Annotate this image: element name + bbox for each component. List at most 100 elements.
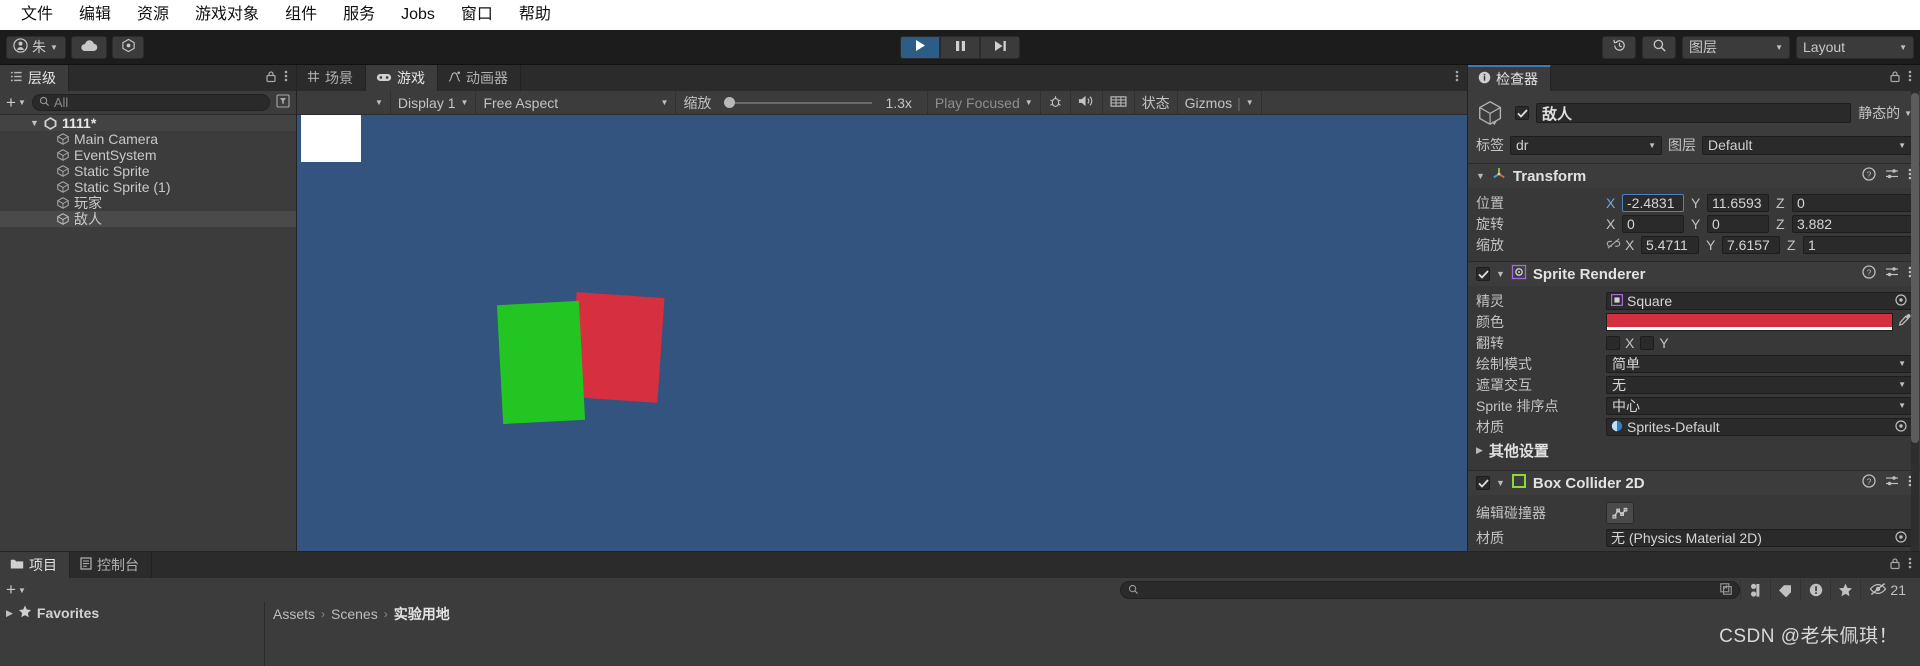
gameobject-name-input[interactable]: 敌人: [1536, 103, 1852, 123]
help-icon[interactable]: ?: [1862, 265, 1876, 283]
gameobject-active-checkbox[interactable]: [1515, 106, 1529, 120]
tab-animator[interactable]: 动画器: [438, 65, 521, 91]
project-search-input[interactable]: [1120, 581, 1741, 599]
aspect-dropdown[interactable]: Free Aspect ▼: [476, 91, 677, 114]
box-collider-enabled-checkbox[interactable]: [1476, 476, 1490, 490]
menu-item-jobs[interactable]: Jobs: [388, 0, 448, 30]
favorite-filter-icon[interactable]: [1830, 579, 1860, 601]
component-box-collider-2d-header[interactable]: ▼ Box Collider 2D ?: [1468, 471, 1920, 495]
chevron-down-icon[interactable]: ▼: [1476, 171, 1485, 181]
hierarchy-item-player[interactable]: 玩家: [0, 195, 296, 211]
menu-item-assets[interactable]: 资源: [124, 0, 182, 30]
tab-scene[interactable]: 场景: [297, 65, 366, 91]
breadcrumb-item-scenes[interactable]: Scenes: [331, 606, 378, 622]
layers-dropdown[interactable]: 图层 ▼: [1682, 35, 1790, 59]
search-button[interactable]: [1642, 35, 1676, 59]
breadcrumb-item-assets[interactable]: Assets: [273, 606, 315, 622]
inspector-menu-icon[interactable]: [1908, 69, 1912, 87]
zoom-slider-track[interactable]: [724, 97, 873, 108]
scale-z-input[interactable]: 1: [1803, 235, 1912, 254]
stats-button[interactable]: [1103, 91, 1135, 114]
account-button[interactable]: 朱 ▼: [6, 35, 66, 59]
tab-console[interactable]: 控制台: [70, 552, 152, 578]
position-x-input[interactable]: -2.4831: [1622, 193, 1684, 212]
menu-item-edit[interactable]: 编辑: [66, 0, 124, 30]
project-favorites-row[interactable]: ▶ Favorites: [0, 604, 264, 622]
flip-x-checkbox[interactable]: [1606, 335, 1620, 350]
step-button[interactable]: [980, 35, 1020, 59]
hierarchy-filter-icon[interactable]: [276, 93, 290, 112]
sort-point-dropdown[interactable]: 中心 ▼: [1606, 396, 1912, 415]
hierarchy-item-eventsystem[interactable]: EventSystem: [0, 147, 296, 163]
chevron-down-icon[interactable]: ▼: [30, 118, 43, 128]
static-toggle[interactable]: 静态的 ▼: [1858, 103, 1912, 123]
search-expand-icon[interactable]: [1720, 582, 1733, 598]
menu-item-help[interactable]: 帮助: [506, 0, 564, 30]
lock-icon[interactable]: [1889, 70, 1901, 87]
preset-icon[interactable]: [1885, 474, 1899, 492]
zoom-slider-knob[interactable]: [724, 97, 736, 108]
tab-hierarchy[interactable]: 层级: [0, 65, 69, 91]
layout-dropdown[interactable]: Layout ▼: [1796, 35, 1914, 59]
help-icon[interactable]: ?: [1862, 474, 1876, 492]
chevron-right-icon[interactable]: ▶: [6, 608, 13, 619]
rotation-z-input[interactable]: 3.882: [1792, 214, 1912, 233]
mask-dropdown[interactable]: 无 ▼: [1606, 375, 1912, 394]
component-transform-header[interactable]: ▼ Transform ?: [1468, 164, 1920, 188]
hierarchy-item-enemy[interactable]: 敌人: [0, 211, 296, 227]
collider-material-object-field[interactable]: 无 (Physics Material 2D): [1606, 528, 1912, 547]
label-filter-icon[interactable]: [1770, 579, 1800, 601]
services-button[interactable]: [112, 35, 144, 59]
hierarchy-search-input[interactable]: All: [31, 94, 270, 111]
gizmos-dropdown[interactable]: Gizmos | ▼: [1178, 91, 1262, 114]
play-button[interactable]: [900, 35, 940, 59]
inspector-scrollbar[interactable]: [1911, 91, 1919, 551]
component-sprite-renderer-header[interactable]: ▼ Sprite Renderer ?: [1468, 262, 1920, 286]
flip-y-checkbox[interactable]: [1640, 335, 1655, 350]
project-content[interactable]: Assets › Scenes › 实验用地: [265, 602, 1920, 666]
tag-dropdown[interactable]: dr ▼: [1510, 135, 1662, 155]
project-menu-icon[interactable]: [1908, 556, 1912, 574]
hierarchy-item-static-sprite[interactable]: Static Sprite: [0, 163, 296, 179]
edit-collider-button[interactable]: [1606, 502, 1634, 524]
rotation-x-input[interactable]: 0: [1622, 214, 1684, 233]
layer-dropdown[interactable]: Default ▼: [1702, 135, 1912, 155]
menu-item-file[interactable]: 文件: [8, 0, 66, 30]
game-menu-icon[interactable]: [1455, 69, 1459, 87]
stats-toggle[interactable]: 状态: [1135, 91, 1178, 114]
menu-item-window[interactable]: 窗口: [448, 0, 506, 30]
game-toolbar-leading-dropdown[interactable]: ▼: [297, 91, 391, 114]
tab-game[interactable]: 游戏: [366, 65, 438, 91]
inspector-scrollbar-thumb[interactable]: [1911, 93, 1919, 443]
hidden-items-indicator[interactable]: 21: [1860, 579, 1914, 601]
eyedropper-icon[interactable]: [1898, 313, 1912, 330]
menu-item-services[interactable]: 服务: [330, 0, 388, 30]
menu-item-gameobject[interactable]: 游戏对象: [182, 0, 272, 30]
chevron-down-icon[interactable]: ▼: [1496, 478, 1505, 488]
scale-y-input[interactable]: 7.6157: [1722, 235, 1780, 254]
scale-x-input[interactable]: 5.4711: [1641, 235, 1699, 254]
hierarchy-add-button[interactable]: + ▼: [6, 93, 26, 113]
preset-icon[interactable]: [1885, 265, 1899, 283]
warning-filter-icon[interactable]: [1800, 579, 1830, 601]
sprite-renderer-enabled-checkbox[interactable]: [1476, 267, 1490, 281]
mute-audio-button[interactable]: [1071, 91, 1103, 114]
position-z-input[interactable]: 0: [1792, 193, 1912, 212]
tab-project[interactable]: 项目: [0, 552, 70, 578]
lock-icon[interactable]: [265, 70, 277, 87]
inspector-body[interactable]: 敌人 静态的 ▼ 标签 dr ▼ 图层 Default ▼ ▼ Transfor…: [1468, 91, 1920, 551]
zoom-slider[interactable]: [716, 97, 880, 108]
object-picker-icon[interactable]: [1895, 419, 1907, 435]
game-view-canvas[interactable]: [297, 115, 1467, 551]
lock-icon[interactable]: [1889, 557, 1901, 574]
chevron-down-icon[interactable]: ▼: [1496, 269, 1505, 279]
rotation-y-input[interactable]: 0: [1707, 214, 1769, 233]
project-add-button[interactable]: + ▼: [6, 580, 26, 600]
scale-link-icon[interactable]: [1606, 237, 1621, 253]
hierarchy-tree[interactable]: ▼ 1111* Main Camera EventSystem Static S…: [0, 115, 296, 551]
object-picker-icon[interactable]: [1895, 530, 1907, 546]
position-y-input[interactable]: 11.6593: [1707, 193, 1769, 212]
project-tree[interactable]: ▶ Favorites: [0, 602, 265, 666]
draw-mode-dropdown[interactable]: 简单 ▼: [1606, 354, 1912, 373]
hierarchy-item-main-camera[interactable]: Main Camera: [0, 131, 296, 147]
